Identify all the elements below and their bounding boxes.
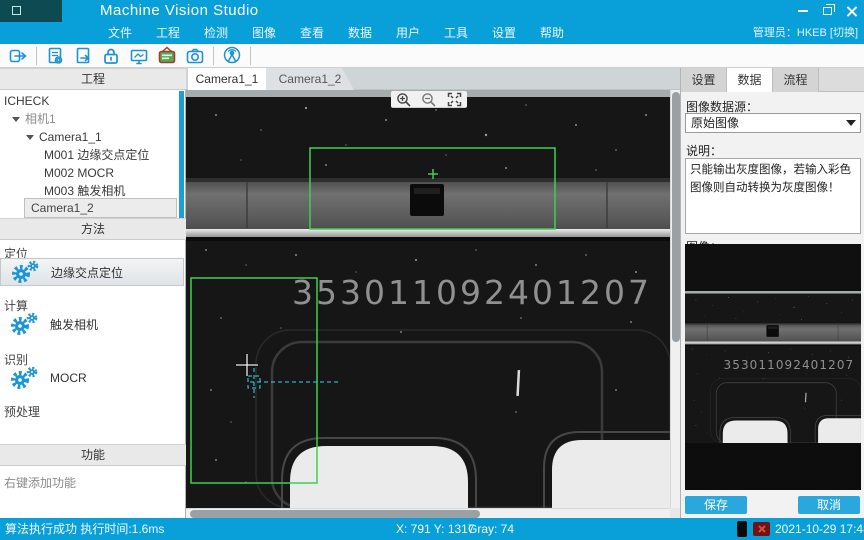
dropdown-caret[interactable] [842, 114, 860, 132]
tab-settings[interactable]: 设置 [681, 68, 727, 92]
tab-camera1-1[interactable]: Camera1_1 [188, 68, 266, 90]
status-bar: 算法执行成功 执行时间:1.6ms X: 791 Y: 1317 Gray: 7… [0, 518, 864, 540]
scrollbar-corner [670, 508, 680, 518]
toolbar-separator [250, 47, 251, 65]
restore-button[interactable] [820, 4, 834, 18]
canvas-zoom-toolbar [391, 91, 467, 108]
fit-screen-icon[interactable] [447, 92, 462, 107]
tab-data[interactable]: 数据 [727, 68, 773, 92]
horizontal-scrollbar[interactable] [186, 508, 670, 518]
image-source-value: 原始图像 [691, 116, 739, 130]
description-label: 说明： [686, 142, 722, 159]
device-icon[interactable] [737, 521, 747, 537]
lock-icon[interactable] [100, 45, 122, 67]
save-button[interactable]: 保存 [685, 496, 747, 514]
gears-icon [6, 365, 44, 391]
gray-value: Gray: 74 [468, 518, 514, 540]
project-settings-icon[interactable] [44, 45, 66, 67]
tree-node-camera-group[interactable]: 相机1 [12, 110, 56, 128]
logo-icon [12, 6, 21, 15]
status-message: 算法执行成功 执行时间:1.6ms [5, 518, 164, 540]
tree-node-module-m002[interactable]: M002 MOCR [44, 164, 114, 182]
project-section-header: 工程 [0, 68, 186, 90]
gears-icon [6, 311, 44, 337]
method-item-label: MOCR [50, 371, 87, 385]
image-source-select[interactable]: 原始图像 [685, 113, 861, 133]
antenna-icon[interactable] [221, 45, 243, 67]
chevron-down-icon [12, 117, 20, 122]
menu-help[interactable]: 帮助 [528, 22, 576, 44]
methods-section-header: 方法 [0, 218, 186, 240]
title-bar: Machine Vision Studio [0, 0, 864, 22]
cursor-position: X: 791 Y: 1317 [396, 518, 475, 540]
toolbar-separator [36, 47, 37, 65]
method-item-trigger-camera[interactable]: 触发相机 [0, 310, 184, 338]
vertical-scrollbar-thumb[interactable] [672, 92, 680, 342]
zoom-out-icon[interactable] [421, 92, 437, 107]
zoom-in-icon[interactable] [396, 92, 412, 107]
method-category-preprocess: 预处理 [4, 403, 40, 420]
vertical-scrollbar[interactable] [670, 90, 680, 508]
functions-hint: 右键添加功能 [4, 474, 76, 491]
app-title: Machine Vision Studio [100, 2, 259, 19]
image-canvas[interactable]: 353011092401207 [186, 90, 670, 508]
chevron-down-icon [846, 120, 856, 126]
right-panel: 设置 数据 流程 图像数据源： 原始图像 说明： 只能输出灰度图像，若输入彩色图… [680, 68, 864, 518]
export-icon[interactable] [72, 45, 94, 67]
tab-camera1-2[interactable]: Camera1_2 [266, 68, 354, 90]
method-item-mocr[interactable]: MOCR [0, 364, 184, 392]
camera-tab-bar: Camera1_1 Camera1_2 [186, 68, 680, 90]
camera-image: 353011092401207 [186, 90, 670, 508]
method-item-label: 触发相机 [50, 316, 98, 333]
menu-user[interactable]: 用户 [384, 22, 432, 44]
menu-data[interactable]: 数据 [336, 22, 384, 44]
minimize-button[interactable] [796, 4, 810, 18]
current-user-label[interactable]: 管理员：HKEB [切换] [753, 22, 858, 44]
chevron-down-icon [26, 135, 34, 140]
restore-icon [823, 7, 832, 15]
menu-tools[interactable]: 工具 [432, 22, 480, 44]
app-logo [0, 0, 62, 22]
right-panel-tab-bar: 设置 数据 流程 [681, 68, 864, 92]
left-panel: 工程 ICHECK 相机1 Camera1_1 M001 边缘交点定位 M002… [0, 68, 186, 518]
horizontal-scrollbar-thumb[interactable] [190, 510, 480, 518]
menu-project[interactable]: 工程 [144, 22, 192, 44]
display-icon[interactable] [128, 45, 150, 67]
status-datetime: 2021-10-29 17:48:35 [775, 518, 864, 540]
error-indicator-icon[interactable] [753, 522, 770, 536]
tree-root-icheck[interactable]: ICHECK [4, 92, 49, 110]
cancel-button[interactable]: 取消 [798, 496, 860, 514]
menu-settings[interactable]: 设置 [480, 22, 528, 44]
close-icon [846, 6, 857, 17]
board-icon[interactable] [156, 45, 178, 67]
menu-detect[interactable]: 检测 [192, 22, 240, 44]
toolbar-separator [213, 47, 214, 65]
method-item-edge-intersection[interactable]: 边缘交点定位 [0, 258, 184, 286]
tree-node-label: 相机1 [25, 112, 56, 126]
tab-flow[interactable]: 流程 [773, 68, 819, 92]
machine-vision-studio-window: Machine Vision Studio 文件 工程 检测 图像 查看 数据 … [0, 0, 864, 540]
menu-bar: 文件 工程 检测 图像 查看 数据 用户 工具 设置 帮助 管理员：HKEB [… [0, 22, 864, 44]
tree-node-module-m001[interactable]: M001 边缘交点定位 [44, 146, 149, 164]
close-button[interactable] [844, 4, 858, 18]
tree-node-label: Camera1_1 [39, 130, 102, 144]
menu-file[interactable]: 文件 [96, 22, 144, 44]
window-controls [796, 0, 858, 22]
tree-node-camera1-1[interactable]: Camera1_1 [26, 128, 102, 146]
camera-icon[interactable] [184, 45, 206, 67]
gears-icon [7, 259, 45, 285]
minimize-icon [798, 10, 808, 12]
preview-image [685, 244, 861, 490]
image-preview[interactable] [685, 244, 861, 490]
open-project-icon[interactable] [7, 45, 29, 67]
method-item-label: 边缘交点定位 [51, 264, 123, 281]
description-text: 只能输出灰度图像，若输入彩色图像则自动转换为灰度图像！ [685, 158, 861, 234]
tree-scrollbar[interactable] [179, 91, 184, 218]
menu-image[interactable]: 图像 [240, 22, 288, 44]
main-toolbar [0, 44, 864, 68]
menu-view[interactable]: 查看 [288, 22, 336, 44]
tree-node-camera1-2[interactable]: Camera1_2 [24, 198, 177, 218]
functions-section-header: 功能 [0, 444, 186, 466]
